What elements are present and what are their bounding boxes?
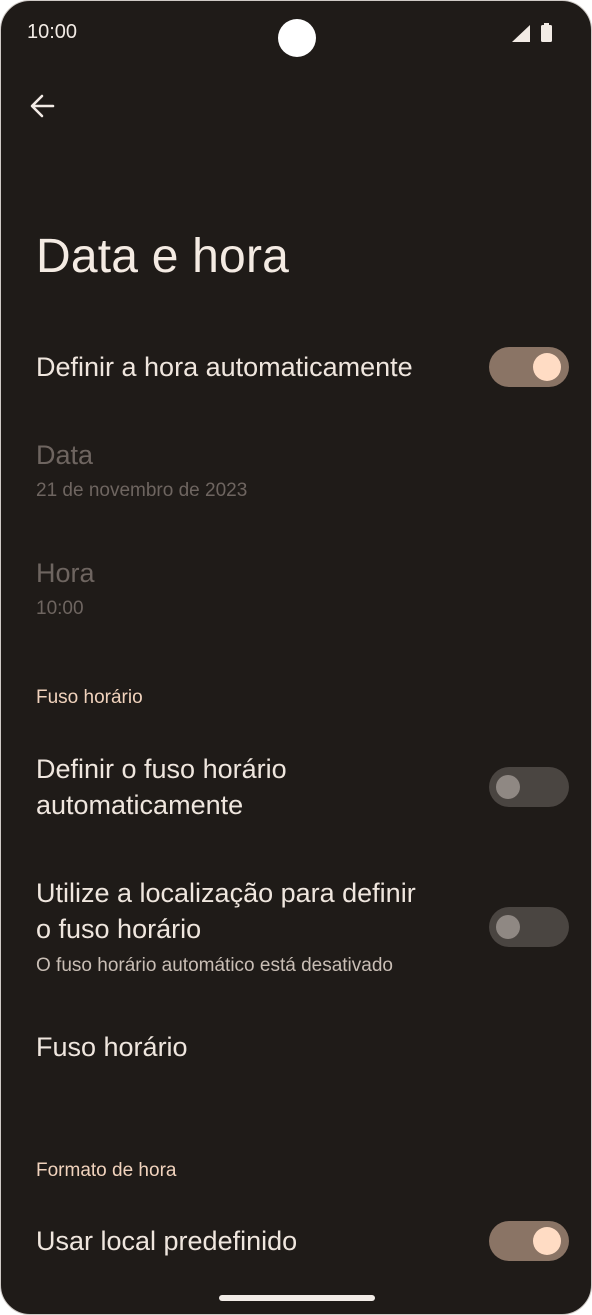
locale-default-setting[interactable]: Usar local predefinido: [1, 1215, 591, 1269]
auto-timezone-setting[interactable]: Definir o fuso horário automaticamente: [1, 749, 591, 825]
switch-knob: [533, 1227, 561, 1255]
auto-time-switch[interactable]: [489, 347, 569, 387]
location-timezone-summary: O fuso horário automático está desativad…: [36, 955, 393, 976]
time-value: 10:00: [36, 598, 84, 619]
locale-default-label: Usar local predefinido: [36, 1226, 298, 1256]
switch-knob: [533, 353, 561, 381]
date-value: 21 de novembro de 2023: [36, 480, 248, 501]
status-bar: 10:00: [1, 1, 591, 65]
back-button[interactable]: [25, 89, 59, 123]
status-time: 10:00: [27, 21, 78, 43]
auto-timezone-label-line2: automaticamente: [36, 790, 244, 820]
locale-default-switch[interactable]: [489, 1221, 569, 1261]
location-timezone-switch[interactable]: [489, 907, 569, 947]
page-title: Data e hora: [36, 230, 290, 283]
auto-timezone-switch[interactable]: [489, 767, 569, 807]
camera-cutout: [278, 19, 316, 57]
signal-icon: [512, 25, 530, 42]
date-label: Data: [36, 440, 94, 470]
gesture-navigation-bar[interactable]: [219, 1295, 375, 1301]
auto-time-label: Definir a hora automaticamente: [36, 352, 413, 382]
battery-icon: [541, 23, 552, 42]
switch-knob: [496, 775, 520, 799]
time-format-section-header: Formato de hora: [36, 1160, 177, 1181]
timezone-section-header: Fuso horário: [36, 687, 143, 708]
phone-screen: 10:00 Data e hora Definir a hora automat…: [0, 0, 592, 1315]
auto-time-setting[interactable]: Definir a hora automaticamente: [1, 341, 591, 397]
time-label: Hora: [36, 558, 95, 588]
time-setting: Hora 10:00: [1, 555, 591, 625]
back-arrow-icon: [30, 94, 55, 118]
timezone-label: Fuso horário: [36, 1032, 188, 1062]
timezone-setting[interactable]: Fuso horário: [1, 1027, 591, 1071]
date-setting: Data 21 de novembro de 2023: [1, 437, 591, 507]
location-timezone-label-line2: o fuso horário: [36, 914, 202, 944]
switch-knob: [496, 915, 520, 939]
location-timezone-setting[interactable]: Utilize a localização para definir o fus…: [1, 873, 591, 983]
auto-timezone-label-line1: Definir o fuso horário: [36, 754, 287, 784]
location-timezone-label-line1: Utilize a localização para definir: [36, 878, 416, 908]
